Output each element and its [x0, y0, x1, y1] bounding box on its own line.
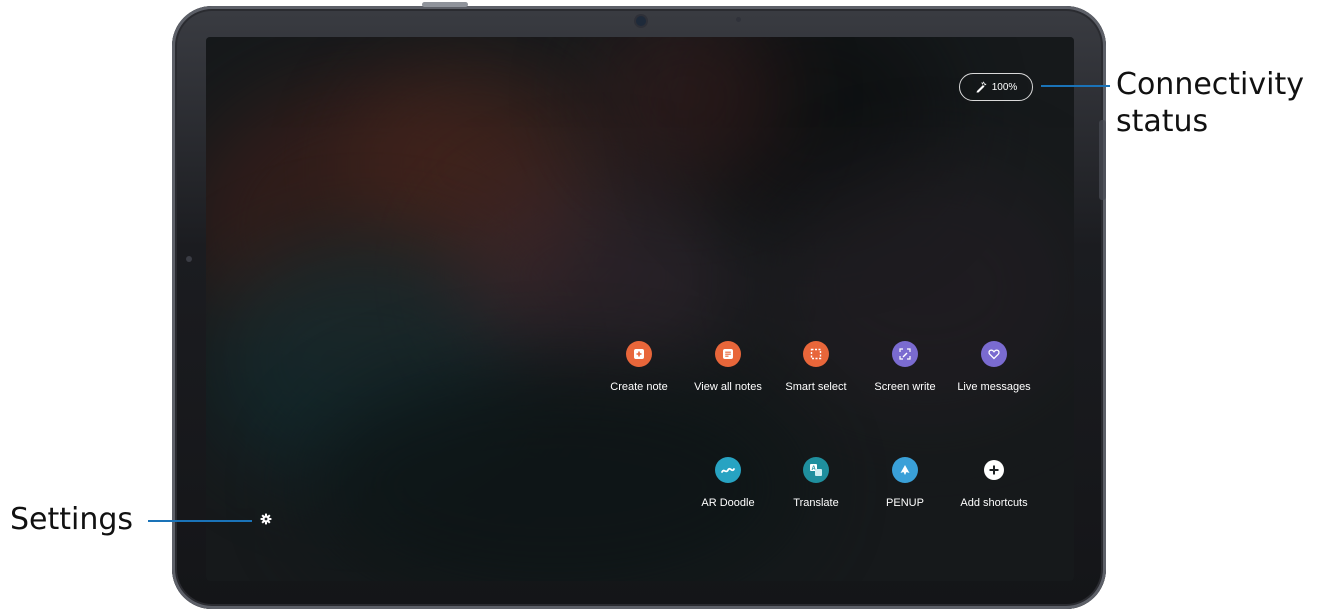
shortcut-label: Translate [793, 497, 839, 509]
live-messages-icon [981, 341, 1007, 367]
view-all-notes-icon [715, 341, 741, 367]
shortcut-smart-select[interactable]: Smart select [768, 341, 864, 393]
front-camera [636, 16, 646, 26]
shortcut-label: Live messages [957, 381, 1031, 393]
translate-icon: A [803, 457, 829, 483]
shortcut-label: View all notes [694, 381, 762, 393]
side-sensor-dot [186, 256, 192, 262]
settings-callout-line [148, 520, 252, 522]
connectivity-status-pill[interactable]: 100% [959, 73, 1033, 101]
hardware-side-button [1099, 120, 1106, 200]
shortcut-view-all-notes[interactable]: View all notes [680, 341, 776, 393]
hardware-top-button [422, 2, 468, 7]
shortcut-create-note[interactable]: Create note [591, 341, 687, 393]
settings-button[interactable] [259, 512, 273, 530]
shortcut-label: AR Doodle [701, 497, 755, 509]
shortcut-label: PENUP [886, 497, 924, 509]
shortcut-label: Create note [610, 381, 668, 393]
smart-select-icon [803, 341, 829, 367]
connectivity-callout-line2: status [1116, 104, 1209, 139]
shortcut-label: Screen write [874, 381, 936, 393]
light-sensor [736, 17, 741, 22]
shortcut-translate[interactable]: A Translate [768, 457, 864, 509]
shortcut-penup[interactable]: PENUP [857, 457, 953, 509]
ar-doodle-icon [715, 457, 741, 483]
battery-percent: 100% [991, 81, 1018, 93]
create-note-icon [626, 341, 652, 367]
shortcut-live-messages[interactable]: Live messages [946, 341, 1042, 393]
shortcut-label: Add shortcuts [960, 497, 1028, 509]
settings-callout-label: Settings [10, 502, 134, 537]
shortcut-screen-write[interactable]: Screen write [857, 341, 953, 393]
connectivity-callout-line1: Connectivity [1116, 67, 1304, 102]
penup-icon [892, 457, 918, 483]
shortcut-ar-doodle[interactable]: AR Doodle [680, 457, 776, 509]
gear-icon [260, 512, 272, 530]
s-pen-icon [975, 81, 987, 93]
connectivity-callout-line [1041, 85, 1110, 87]
shortcut-add-shortcuts[interactable]: Add shortcuts [946, 457, 1042, 509]
shortcut-label: Smart select [785, 381, 847, 393]
add-icon [984, 460, 1004, 480]
screen-write-icon [892, 341, 918, 367]
